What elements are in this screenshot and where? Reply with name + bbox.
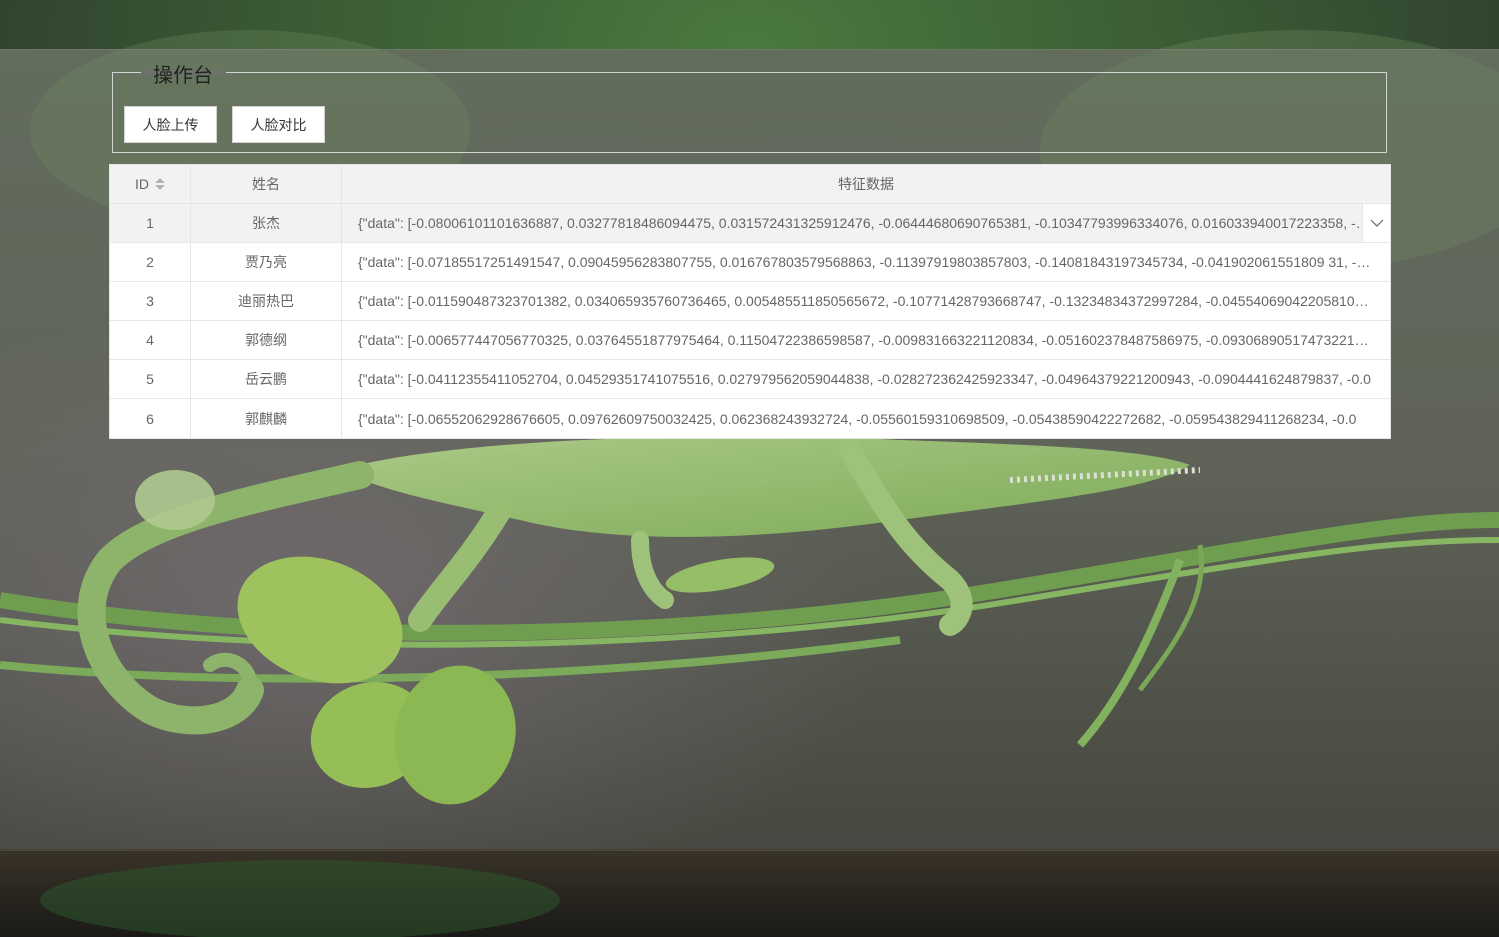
face-upload-button[interactable]: 人脸上传 [124,106,217,143]
cell-id: 3 [110,282,191,320]
table-row[interactable]: 3 迪丽热巴 {"data": [-0.011590487323701382, … [110,282,1390,321]
table-row[interactable]: 4 郭德纲 {"data": [-0.006577447056770325, 0… [110,321,1390,360]
cell-features: {"data": [-0.011590487323701382, 0.03406… [342,282,1390,320]
operation-console: 操作台 人脸上传 人脸对比 [112,65,1387,153]
table-row[interactable]: 1 张杰 {"data": [-0.08006101101636887, 0.0… [110,204,1390,243]
cell-features: {"data": [-0.006577447056770325, 0.03764… [342,321,1390,359]
cell-id: 5 [110,360,191,398]
cell-id: 1 [110,204,191,242]
console-title: 操作台 [153,65,213,87]
cell-features-text: {"data": [-0.011590487323701382, 0.03406… [358,293,1372,309]
face-data-table: ID 姓名 特征数据 1 张杰 {"data": [-0.08006101101… [110,165,1390,438]
cell-name: 迪丽热巴 [191,282,342,320]
cell-features: {"data": [-0.06552062928676605, 0.097626… [342,399,1390,438]
table-row[interactable]: 6 郭麒麟 {"data": [-0.06552062928676605, 0.… [110,399,1390,438]
cell-features-text: {"data": [-0.04112355411052704, 0.045293… [358,371,1371,387]
cell-features-text: {"data": [-0.06552062928676605, 0.097626… [358,410,1357,427]
sort-icon[interactable] [155,178,165,190]
face-compare-button[interactable]: 人脸对比 [232,106,325,143]
cell-id: 2 [110,243,191,281]
chevron-down-icon [1370,219,1383,227]
cell-features-text: {"data": [-0.08006101101636887, 0.032778… [358,215,1372,231]
column-header-features: 特征数据 [838,176,894,192]
column-header-name: 姓名 [191,165,342,203]
table-row[interactable]: 5 岳云鹏 {"data": [-0.04112355411052704, 0.… [110,360,1390,399]
column-header-id-label: ID [135,176,149,192]
cell-name: 郭麒麟 [191,399,342,438]
cell-features-text: {"data": [-0.006577447056770325, 0.03764… [358,332,1372,348]
cell-name: 岳云鹏 [191,360,342,398]
cell-name: 张杰 [191,204,342,242]
expand-cell-button[interactable] [1362,204,1390,242]
cell-features: {"data": [-0.08006101101636887, 0.032778… [342,204,1390,242]
cell-name: 郭德纲 [191,321,342,359]
table-header: ID 姓名 特征数据 [110,165,1390,204]
cell-features: {"data": [-0.07185517251491547, 0.090459… [342,243,1390,281]
column-header-id[interactable]: ID [110,165,191,203]
cell-features-text: {"data": [-0.07185517251491547, 0.090459… [358,254,1372,270]
cell-id: 4 [110,321,191,359]
cell-features: {"data": [-0.04112355411052704, 0.045293… [342,360,1390,398]
cell-id: 6 [110,399,191,438]
table-row[interactable]: 2 贾乃亮 {"data": [-0.07185517251491547, 0.… [110,243,1390,282]
cell-name: 贾乃亮 [191,243,342,281]
